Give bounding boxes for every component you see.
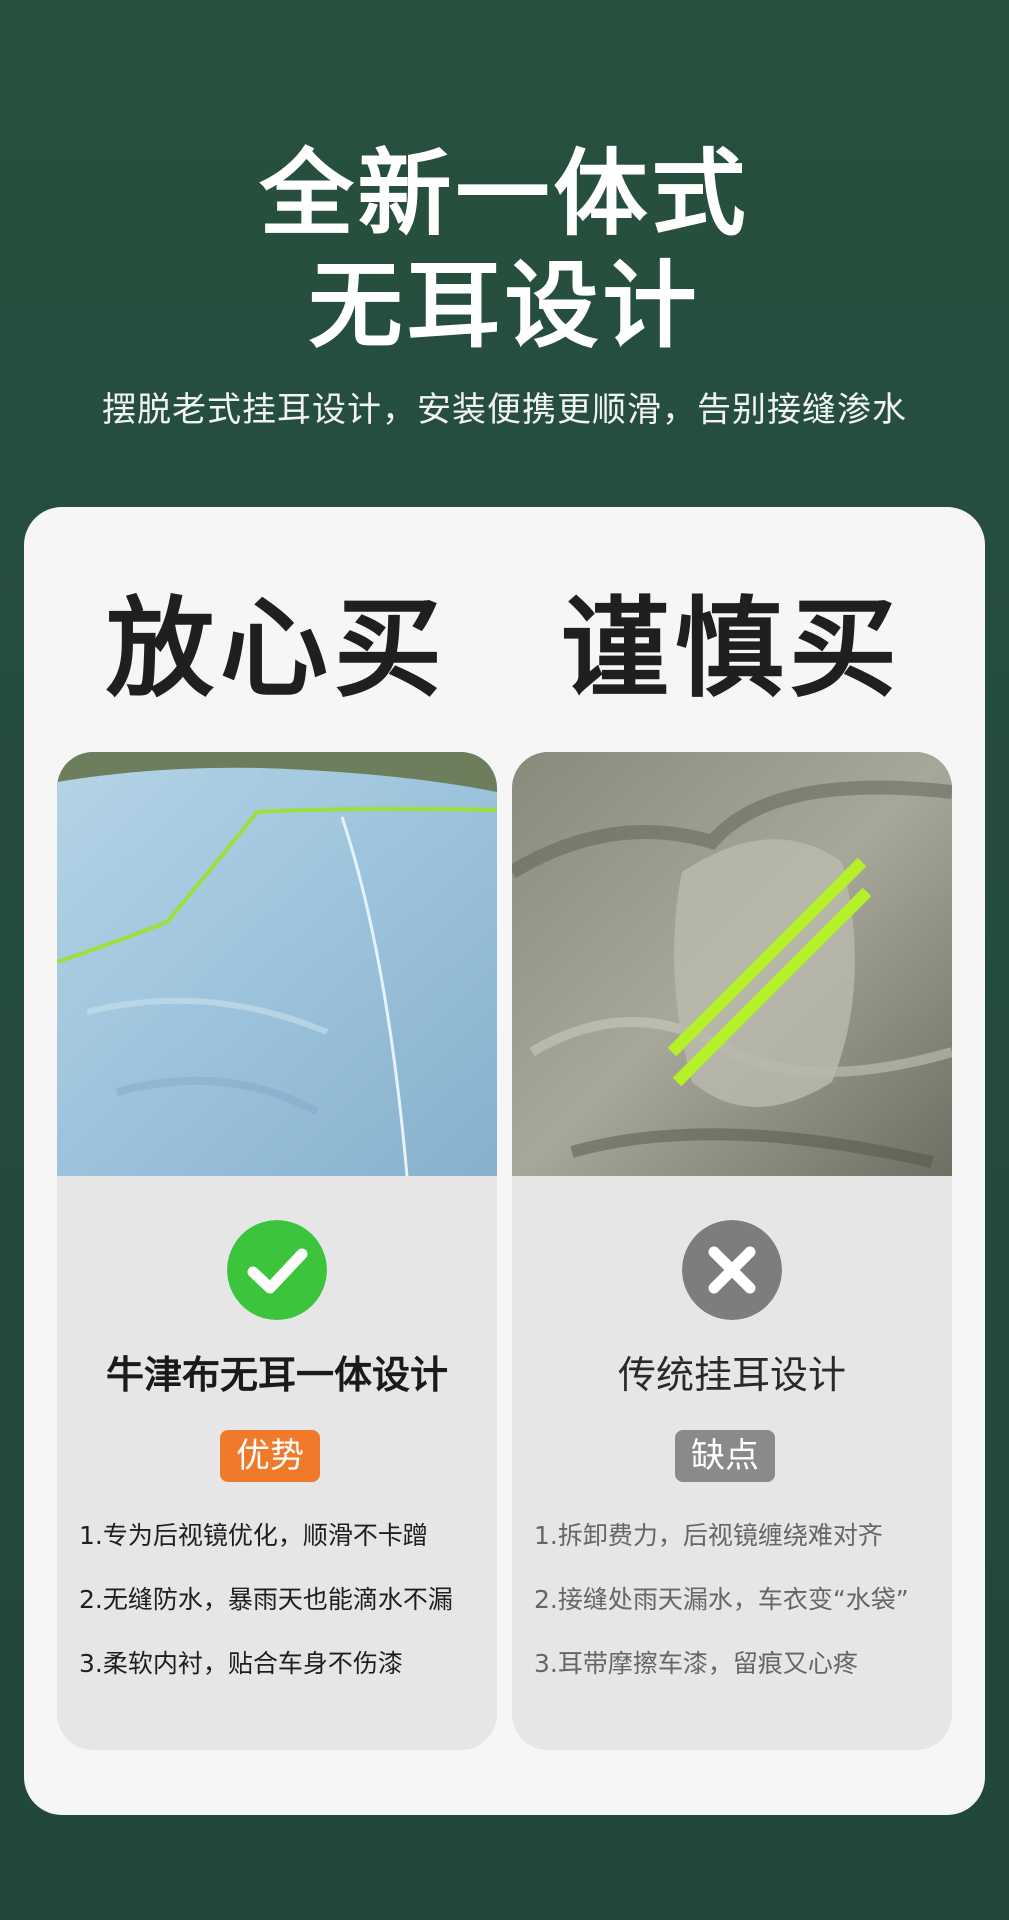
check-icon — [227, 1220, 327, 1320]
disadvantage-item: 3.耳带摩擦车漆，留痕又心疼 — [534, 1649, 858, 1678]
advantage-tag: 优势 — [220, 1430, 320, 1482]
car-cover-photo-blue — [57, 752, 497, 1176]
advantage-item: 2.无缝防水，暴雨天也能滴水不漏 — [79, 1585, 453, 1614]
recommended-product-name: 牛津布无耳一体设计 — [105, 1353, 448, 1397]
disadvantage-tag: 缺点 — [675, 1430, 775, 1482]
caution-card: 传统挂耳设计 缺点 1.拆卸费力，后视镜缠绕难对齐 2.接缝处雨天漏水，车衣变“… — [512, 752, 952, 1750]
headline-line-2: 无耳设计 — [308, 252, 701, 361]
cross-icon — [682, 1220, 782, 1320]
headline-subtitle: 摆脱老式挂耳设计，安装便携更顺滑，告别接缝渗水 — [102, 390, 907, 430]
advantage-item: 3.柔软内衬，贴合车身不伤漆 — [79, 1649, 403, 1678]
headline-line-1: 全新一体式 — [259, 140, 750, 249]
right-column-title: 谨慎买 — [560, 587, 903, 712]
recommended-card: 牛津布无耳一体设计 优势 1.专为后视镜优化，顺滑不卡蹭 2.无缝防水，暴雨天也… — [57, 752, 497, 1750]
disadvantage-item: 1.拆卸费力，后视镜缠绕难对齐 — [534, 1521, 883, 1550]
advantage-item: 1.专为后视镜优化，顺滑不卡蹭 — [79, 1521, 428, 1550]
advantage-list: 1.专为后视镜优化，顺滑不卡蹭 2.无缝防水，暴雨天也能滴水不漏 3.柔软内衬，… — [79, 1504, 489, 1696]
car-cover-photo-silver — [512, 752, 952, 1176]
disadvantage-list: 1.拆卸费力，后视镜缠绕难对齐 2.接缝处雨天漏水，车衣变“水袋” 3.耳带摩擦… — [534, 1504, 944, 1696]
left-column-title: 放心买 — [105, 587, 448, 712]
disadvantage-item: 2.接缝处雨天漏水，车衣变“水袋” — [534, 1585, 909, 1614]
caution-product-name: 传统挂耳设计 — [617, 1353, 846, 1397]
